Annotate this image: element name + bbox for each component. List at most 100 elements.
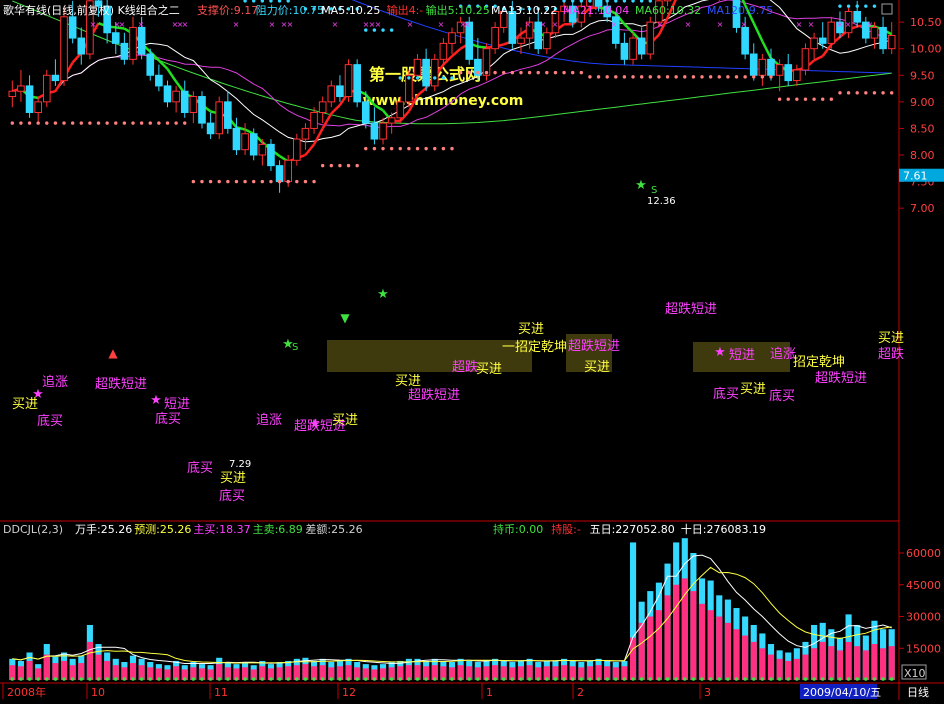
support-dot xyxy=(579,70,584,75)
baseline-dot xyxy=(510,677,515,681)
candle-down xyxy=(784,64,793,82)
support-dot xyxy=(234,179,239,184)
candle-down xyxy=(155,74,163,87)
baseline-dot xyxy=(501,677,506,681)
support-dot xyxy=(355,163,359,168)
volume-bar-buy xyxy=(716,616,723,680)
candle-up xyxy=(8,90,17,98)
marker-x: × xyxy=(138,20,145,29)
candle-up xyxy=(379,122,387,140)
baseline-dot xyxy=(424,677,428,681)
marker-x: × xyxy=(375,20,382,29)
candle-down xyxy=(879,26,887,50)
support-dot xyxy=(346,163,351,168)
signal-annotation: 底买 xyxy=(769,388,795,404)
marker-x: × xyxy=(611,20,618,29)
candle-up xyxy=(827,21,836,44)
support-dot xyxy=(562,70,566,75)
baseline-dot xyxy=(786,677,791,681)
support-dot xyxy=(295,179,299,184)
signal-annotation: 超跌短进 xyxy=(568,338,620,354)
candle-down xyxy=(853,10,862,23)
support-dot xyxy=(286,179,290,184)
baseline-dot xyxy=(398,677,403,681)
volume-bar-buy xyxy=(742,635,749,680)
holding-value: 十日:276083.19 xyxy=(681,522,766,536)
support-dot xyxy=(320,163,325,168)
baseline-dot xyxy=(303,677,308,681)
baseline-dot xyxy=(320,677,325,681)
support-dot xyxy=(708,75,713,79)
volume-bar-buy xyxy=(673,584,680,680)
support-dot xyxy=(45,121,49,125)
support-dot xyxy=(19,121,23,125)
baseline-dot xyxy=(286,677,290,681)
volume-bar-buy xyxy=(43,654,50,680)
volume-bar-buy xyxy=(871,644,878,680)
support-dot xyxy=(467,70,471,75)
volume-indicator-value: 主买:18.37 xyxy=(193,523,250,536)
volume-tick-label: 30000 xyxy=(906,611,941,624)
baseline-dot xyxy=(415,677,420,681)
price-tick-label: 8.50 xyxy=(910,122,935,135)
support-dot xyxy=(424,146,428,151)
chart-canvas[interactable]: 第一股票公式网www.chnmoney.com 15.0014.5014.001… xyxy=(0,0,944,700)
signal-annotation: 招定乾坤 xyxy=(793,355,845,370)
volume-tick-label: 15000 xyxy=(906,642,941,655)
baseline-dot xyxy=(700,677,704,681)
baseline-dot xyxy=(389,677,394,681)
volume-bar-buy xyxy=(60,660,68,680)
candle-up xyxy=(793,69,801,82)
baseline-dot xyxy=(234,677,239,681)
marker-x: × xyxy=(182,20,189,29)
candle-down xyxy=(620,42,629,60)
marker-x: × xyxy=(867,20,874,29)
candle-down xyxy=(232,127,241,151)
baseline-dot xyxy=(260,677,265,681)
support-dot xyxy=(450,146,454,151)
support-dot xyxy=(484,70,489,75)
star-marker: ★ xyxy=(282,337,294,352)
volume-bar-buy xyxy=(95,654,102,680)
support-dot xyxy=(596,75,601,79)
candle-up xyxy=(301,127,310,140)
support-dot xyxy=(157,121,161,125)
candle-up xyxy=(172,90,180,103)
baseline-dot xyxy=(53,677,58,681)
marker-x: × xyxy=(657,20,664,29)
support-dot xyxy=(846,91,851,95)
candle-down xyxy=(224,101,232,129)
signal-annotation: 追涨 xyxy=(256,412,282,428)
volume-bar-buy xyxy=(750,641,757,680)
baseline-dot xyxy=(312,677,316,681)
candle-down xyxy=(51,74,60,82)
candle-up xyxy=(663,0,672,2)
baseline-dot xyxy=(372,677,377,681)
baseline-dot xyxy=(62,677,66,681)
volume-bar-buy xyxy=(785,660,792,680)
candle-up xyxy=(17,85,25,92)
support-dot xyxy=(829,97,834,101)
current-price-label: 7.61 xyxy=(903,170,928,183)
candle-down xyxy=(749,53,758,76)
candle-up xyxy=(646,21,655,55)
volume-indicator-value: 预测:25.26 xyxy=(134,523,191,536)
baseline-dot xyxy=(251,677,256,681)
support-dot xyxy=(96,121,101,125)
support-dot xyxy=(191,179,196,184)
baseline-dot xyxy=(476,677,480,681)
support-dot xyxy=(79,121,83,125)
signal-annotation: 买进 xyxy=(395,374,421,389)
support-dot xyxy=(502,70,506,75)
candle-down xyxy=(275,165,284,183)
baseline-dot xyxy=(846,677,851,681)
arrow-marker: ▲ xyxy=(108,346,118,360)
baseline-dot xyxy=(441,677,446,681)
support-dot xyxy=(786,97,790,101)
resistance-dot xyxy=(424,76,428,80)
baseline-dot xyxy=(432,677,437,681)
baseline-dot xyxy=(717,677,722,681)
support-dot xyxy=(88,121,92,125)
volume-bar-buy xyxy=(681,578,688,680)
marker-x: × xyxy=(90,20,97,29)
